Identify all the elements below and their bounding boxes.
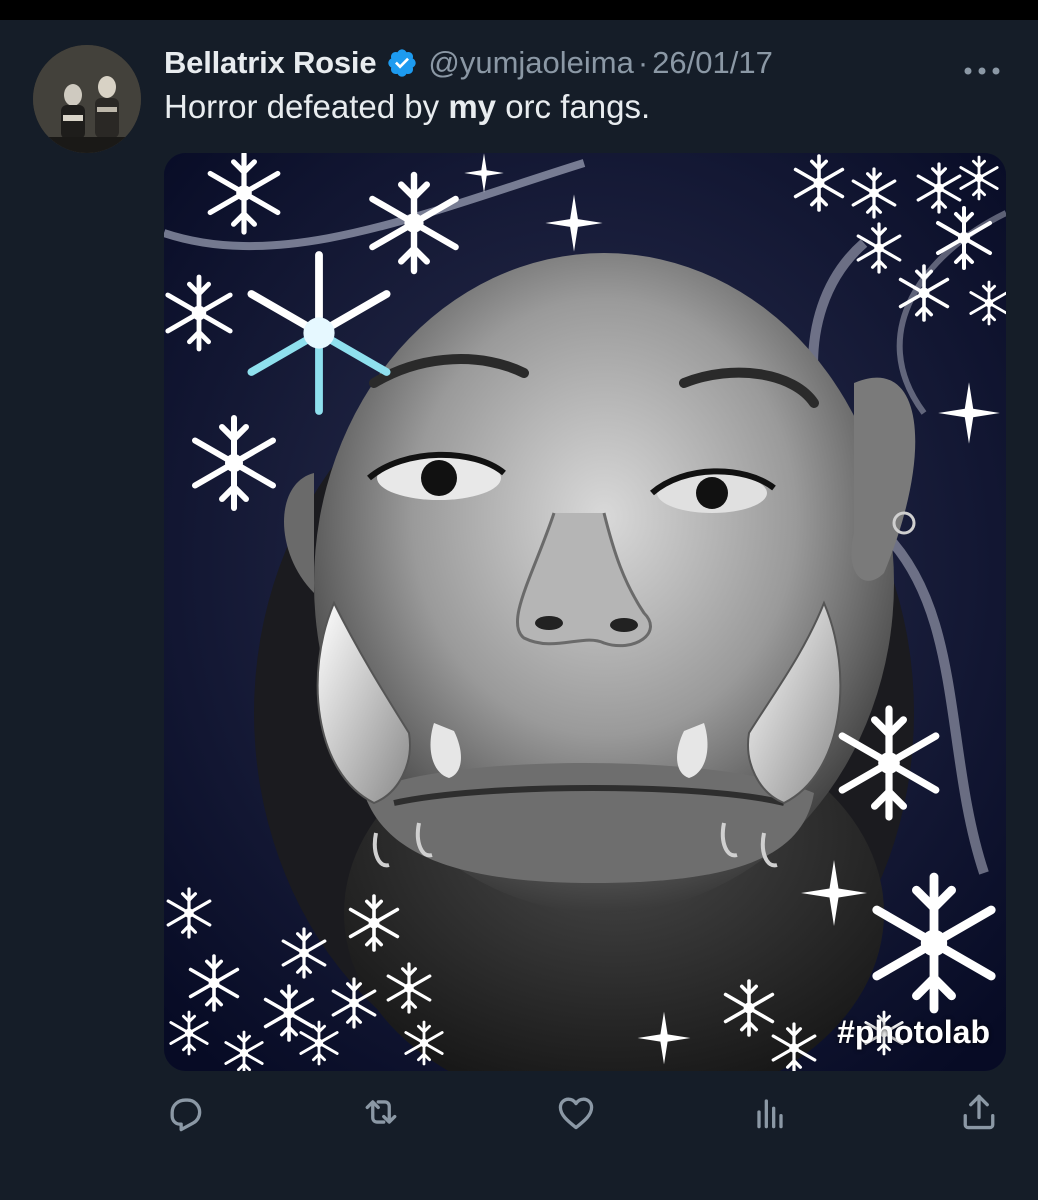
tweet-actions-bar [0,1090,1038,1140]
share-icon[interactable] [957,1090,1001,1134]
status-bar [0,0,1038,20]
tweet-header: Bellatrix Rosie @yumjaoleima · 26/01/17 [164,42,773,84]
avatar[interactable] [33,45,141,153]
user-handle[interactable]: @yumjaoleima [428,45,633,81]
tweet-text-after: orc fangs. [496,88,651,125]
tweet-text-before: Horror defeated by [164,88,449,125]
heart-icon[interactable] [554,1090,598,1134]
verified-badge-icon [386,47,418,79]
display-name[interactable]: Bellatrix Rosie [164,45,377,81]
tweet-media-image[interactable]: #photolab [164,153,1006,1071]
tweet[interactable]: Bellatrix Rosie @yumjaoleima · 26/01/17 … [0,20,1038,1200]
views-icon[interactable] [748,1090,792,1134]
photolab-watermark: #photolab [837,1014,990,1050]
reply-icon[interactable] [163,1090,207,1134]
tweet-text: Horror defeated by my orc fangs. [164,88,650,126]
tweet-date[interactable]: 26/01/17 [652,45,773,81]
retweet-icon[interactable] [359,1090,403,1134]
tweet-text-bold: my [448,88,497,125]
more-horizontal-icon[interactable] [962,64,1002,76]
separator-dot: · [637,45,649,80]
